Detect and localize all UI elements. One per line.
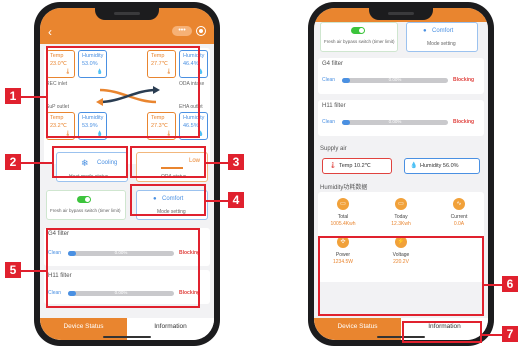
gear-icon: ● bbox=[423, 28, 427, 34]
annotation-line-5 bbox=[20, 270, 46, 272]
g4-percent: 0.00% bbox=[388, 77, 402, 82]
supply-air-title: Supply air bbox=[320, 146, 347, 152]
h11-clean-label: Clean bbox=[322, 119, 336, 125]
annotation-marker-4: 4 bbox=[228, 192, 244, 208]
annotation-line-1 bbox=[20, 96, 46, 98]
supply-humidity-card: 💧 Humidity 56.0% bbox=[404, 158, 480, 174]
g4-filter-title: G4 filter bbox=[322, 61, 344, 67]
annotation-marker-7: 7 bbox=[502, 326, 518, 342]
annotation-line-4 bbox=[206, 200, 228, 202]
annotation-marker-3: 3 bbox=[228, 154, 244, 170]
annotation-marker-5: 5 bbox=[5, 262, 21, 278]
h11-percent: 0.00% bbox=[388, 119, 402, 124]
today-value: 12.3Kwh bbox=[391, 221, 411, 227]
bypass-toggle[interactable] bbox=[77, 196, 91, 203]
current-value: 0.0A bbox=[453, 221, 465, 227]
annotation-marker-2: 2 bbox=[5, 154, 21, 170]
tab-bar: Device Status Information bbox=[40, 318, 214, 340]
total-value: 1005.4Kwh bbox=[330, 221, 356, 227]
supply-humidity-value: Humidity 56.0% bbox=[420, 163, 459, 169]
h11-filter-title: H11 filter bbox=[322, 103, 346, 109]
annotation-box-6 bbox=[318, 236, 484, 316]
mode-label: Mode setting bbox=[427, 41, 456, 47]
bypass-card: Fresh air bypass switch (timer limit) bbox=[46, 190, 126, 220]
bypass-label: Fresh air bypass switch (timer limit) bbox=[50, 208, 121, 213]
annotation-box-7 bbox=[402, 321, 482, 343]
mode-card[interactable]: ● Comfort Mode setting bbox=[406, 22, 478, 52]
today-label: Today bbox=[394, 214, 408, 220]
mode-value: Comfort bbox=[432, 28, 454, 34]
bypass-toggle[interactable] bbox=[351, 27, 365, 34]
current-wave-icon: ∿ bbox=[453, 198, 465, 210]
annotation-box-1 bbox=[46, 46, 200, 138]
back-icon[interactable]: ‹ bbox=[48, 26, 52, 38]
annotation-line-6 bbox=[484, 284, 502, 286]
current-label: Current bbox=[450, 214, 468, 220]
bypass-card: Fresh air bypass switch (timer limit) bbox=[320, 22, 398, 52]
g4-clean-label: Clean bbox=[322, 77, 336, 83]
annotation-box-5 bbox=[46, 228, 200, 308]
g4-blocking-label: Blocking bbox=[453, 77, 475, 83]
speaker bbox=[114, 12, 140, 15]
annotation-marker-6: 6 bbox=[502, 276, 518, 292]
annotation-line-2 bbox=[20, 162, 52, 164]
more-icon[interactable]: ••• bbox=[172, 26, 192, 36]
annotation-box-4 bbox=[130, 184, 206, 216]
bypass-label: Fresh air bypass switch (timer limit) bbox=[324, 39, 395, 44]
annotation-box-2 bbox=[52, 146, 128, 178]
h11-filter-card: H11 filter Clean 0.00% Blocking bbox=[318, 100, 484, 136]
thermometer-icon: 🌡 bbox=[329, 163, 337, 169]
g4-filter-card: G4 filter Clean 0.00% Blocking bbox=[318, 58, 484, 94]
annotation-line-7 bbox=[482, 334, 502, 336]
total-label: Total bbox=[337, 214, 349, 220]
speaker bbox=[388, 12, 414, 15]
today-energy-icon: ▭ bbox=[395, 198, 407, 210]
humidity-data-title: Humidity功耗数据 bbox=[320, 185, 368, 191]
supply-temp-card: 🌡 Temp 10.2℃ bbox=[322, 158, 392, 174]
annotation-line-3 bbox=[206, 162, 228, 164]
home-indicator bbox=[103, 336, 151, 338]
supply-temp-value: Temp 10.2℃ bbox=[339, 163, 371, 169]
h11-progress-bar: 0.00% bbox=[342, 119, 448, 125]
droplet-icon: 💧 bbox=[410, 163, 418, 169]
power-icon[interactable] bbox=[196, 26, 206, 36]
annotation-marker-1: 1 bbox=[5, 88, 21, 104]
annotation-box-3 bbox=[130, 146, 206, 178]
g4-progress-bar: 0.00% bbox=[342, 77, 448, 83]
total-energy-icon: ▭ bbox=[337, 198, 349, 210]
h11-blocking-label: Blocking bbox=[453, 119, 475, 125]
